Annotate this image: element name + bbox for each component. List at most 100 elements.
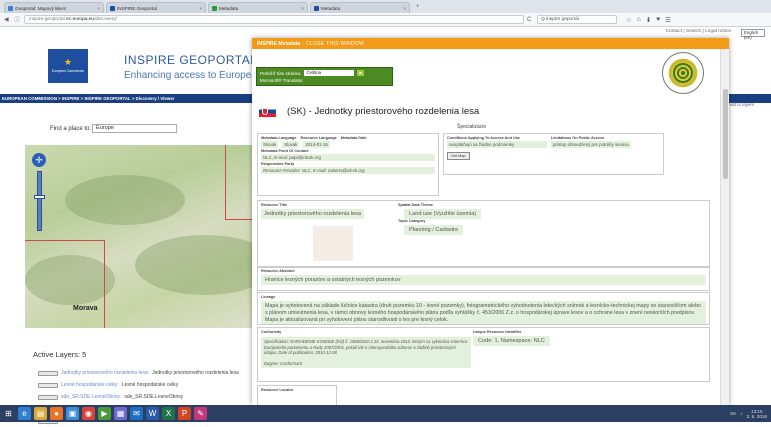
download-icon[interactable]: ⬇ (646, 16, 651, 24)
unique-id-label: Unique Resource Identifier (473, 330, 522, 334)
folder-icon[interactable]: ▤ (34, 407, 47, 420)
resource-language-value: Slovak (282, 141, 300, 148)
layer-title: sde_SR.SDE.LesneObrisy (124, 394, 184, 400)
volume-icon[interactable]: ♪ (740, 411, 742, 416)
browser-tab[interactable]: Metadata × (310, 2, 410, 13)
start-icon[interactable]: ⊞ (2, 407, 15, 420)
portal-title: INSPIRE GEOPORTAL (124, 53, 258, 67)
conformity-degree: Degree: Conformant (264, 360, 302, 366)
home-icon[interactable]: ⌂ (637, 16, 641, 24)
tab-close-icon[interactable]: × (94, 6, 100, 11)
responsible-party-value: Resource Provider: NLC, E-mail: zaberta@… (261, 167, 435, 174)
conformity-text: Specification: NARIADENIE KOMISIE (EÚ) č… (264, 339, 468, 355)
zoom-handle[interactable] (34, 195, 45, 199)
translate-provider: Microsoft® Translator (260, 78, 303, 83)
find-place-select[interactable]: Europe (92, 124, 177, 133)
modal-scrollbar[interactable] (720, 49, 729, 405)
tab-close-icon[interactable]: × (298, 6, 304, 11)
bookmark-icon[interactable]: ♥ (656, 16, 660, 24)
translate-go-button[interactable]: ▶ (357, 70, 365, 76)
resource-locator-label: Resource Locator (261, 388, 294, 392)
info-icon[interactable]: ⓘ (14, 15, 21, 24)
limitations-value: prístup obmedzený pre potreby servisu (551, 141, 631, 148)
calc-icon[interactable]: ▦ (114, 407, 127, 420)
tab-favicon-icon (110, 5, 115, 11)
topic-category-value: Planning / Cadastre (404, 225, 464, 235)
zoom-slider[interactable] (37, 171, 42, 231)
themes-block: Spatial Data Theme Land use (Využitie úz… (398, 203, 482, 235)
tab-close-icon[interactable]: × (196, 6, 202, 11)
top-links[interactable]: Contact | Search | Legal notice (666, 29, 731, 34)
metadata-date-label: Metadata Date (340, 136, 367, 140)
layer-row: sde_SR.SDE.LesneObrisy: sde_SR.SDE.LesneO… (38, 391, 263, 403)
modal-header: INSPIRE Metadata CLOSE THIS WINDOW (252, 38, 729, 49)
map-place-label: Morava (73, 305, 98, 312)
right-sidebar[interactable]: Add to layers (728, 102, 771, 162)
layer-link[interactable]: Lesné hospodárske celky: (61, 382, 119, 388)
conditions-label: Conditions Applying To Access And Use (447, 136, 520, 140)
poc-label: Metadata Point Of Contact (261, 149, 309, 153)
browser-tab[interactable]: Metadata × (208, 2, 308, 13)
firefox-icon[interactable]: ● (50, 407, 63, 420)
unique-id-value: Code: 1, Namespace: NLC (473, 336, 550, 346)
star-icon[interactable]: ☆ (626, 16, 632, 24)
metadata-language-label: Metadata Language (261, 136, 297, 140)
search-field[interactable]: Q inspire geportál (537, 15, 617, 24)
browser-tab[interactable]: INSPIRE Geoportal × (106, 2, 206, 13)
scrollbar-thumb[interactable] (723, 89, 728, 179)
layer-link[interactable]: Jednotky priestorového rozdelenia lesa: (61, 370, 149, 376)
layer-link[interactable]: sde_SR.SDE.LesneObrisy: (61, 394, 121, 400)
clock[interactable]: 13:15 3. 6. 2016 (747, 409, 767, 419)
metadata-modal: INSPIRE Metadata CLOSE THIS WINDOW Prelo… (252, 38, 729, 405)
ppt-icon[interactable]: P (178, 407, 191, 420)
outlook-icon[interactable]: ✉ (130, 407, 143, 420)
layer-opacity-slider[interactable] (38, 394, 58, 400)
word-icon[interactable]: W (146, 407, 159, 420)
url-domain: ec.europa.eu (66, 17, 95, 22)
lineage-label: Lineage (261, 295, 276, 299)
conformity-value: Specification: NARIADENIE KOMISIE (EÚ) č… (261, 337, 471, 368)
media-icon[interactable]: ▶ (98, 407, 111, 420)
conditions-box: Conditions Applying To Access And Use Li… (443, 133, 664, 175)
get-map-button[interactable]: Get Map (447, 152, 470, 160)
browser-tab[interactable]: Geoportal; Mapový klient × (4, 2, 104, 13)
find-place-label: Find a place to: (50, 126, 92, 132)
layer-title: Jednotky priestorového rozdelenia lesa (152, 370, 239, 376)
ie-icon[interactable]: e (18, 407, 31, 420)
active-layers-heading: Active Layers: 5 (33, 350, 87, 359)
menu-icon[interactable]: ☰ (665, 16, 671, 24)
conformity-section: Conformity Specification: NARIADENIE KOM… (257, 327, 710, 382)
metadata-info-box: Metadata Language Resource Language Meta… (257, 133, 439, 196)
new-tab-icon[interactable]: + (416, 4, 426, 13)
tab-close-icon[interactable]: × (400, 6, 406, 11)
layer-row: Jednotky priestorového rozdelenia lesa: J… (38, 367, 263, 379)
chrome-icon[interactable]: ◉ (82, 407, 95, 420)
abstract-value: Hranice lesných porastov a ostatných les… (261, 275, 706, 285)
reload-icon[interactable]: C (527, 17, 534, 23)
resource-locator-section: Resource Locator (257, 385, 337, 405)
excel-icon[interactable]: X (162, 407, 175, 420)
app-icon[interactable]: ▣ (66, 407, 79, 420)
conditions-value: neuplatňujú sa žiadne podmienky (447, 141, 547, 148)
windows-taskbar: ⊞ e ▤ ● ▣ ◉ ▶ ▦ ✉ W X P ✎ SK ♪ 13:15 3. 6. 2016 (0, 405, 771, 422)
layer-opacity-slider[interactable] (38, 382, 58, 388)
responsible-party-label: Responsible Party (261, 162, 295, 166)
layer-opacity-slider[interactable] (38, 370, 58, 376)
translate-language-select[interactable]: Čeština (304, 70, 355, 76)
browser-tab-bar: Geoportal; Mapový klient × INSPIRE Geoport… (0, 0, 771, 334)
map-view[interactable]: ✛ Morava (25, 145, 260, 328)
close-window-button[interactable]: CLOSE THIS WINDOW (306, 41, 364, 47)
unique-id-block: Unique Resource Identifier Code: 1, Name… (473, 330, 550, 346)
pan-control-icon[interactable]: ✛ (32, 153, 46, 167)
url-prefix: inspire-geoportal. (29, 17, 67, 22)
spatial-theme-value: Land use (Využitie územia) (404, 209, 482, 219)
translate-widget: Preložiť túto stránku: Čeština ▶ Microso… (256, 67, 393, 86)
tray-lang[interactable]: SK (730, 411, 736, 416)
address-bar[interactable]: inspire-geoportal. ec.europa.eu/discovery… (24, 15, 524, 24)
back-icon[interactable]: ◀ (4, 16, 11, 23)
tab-label: Geoportal; Mapový klient (15, 5, 66, 11)
slovak-flag-icon (259, 106, 276, 117)
resource-title-label: Resource Title (261, 203, 288, 207)
paint-icon[interactable]: ✎ (194, 407, 207, 420)
language-select[interactable]: English (en) (741, 29, 765, 40)
